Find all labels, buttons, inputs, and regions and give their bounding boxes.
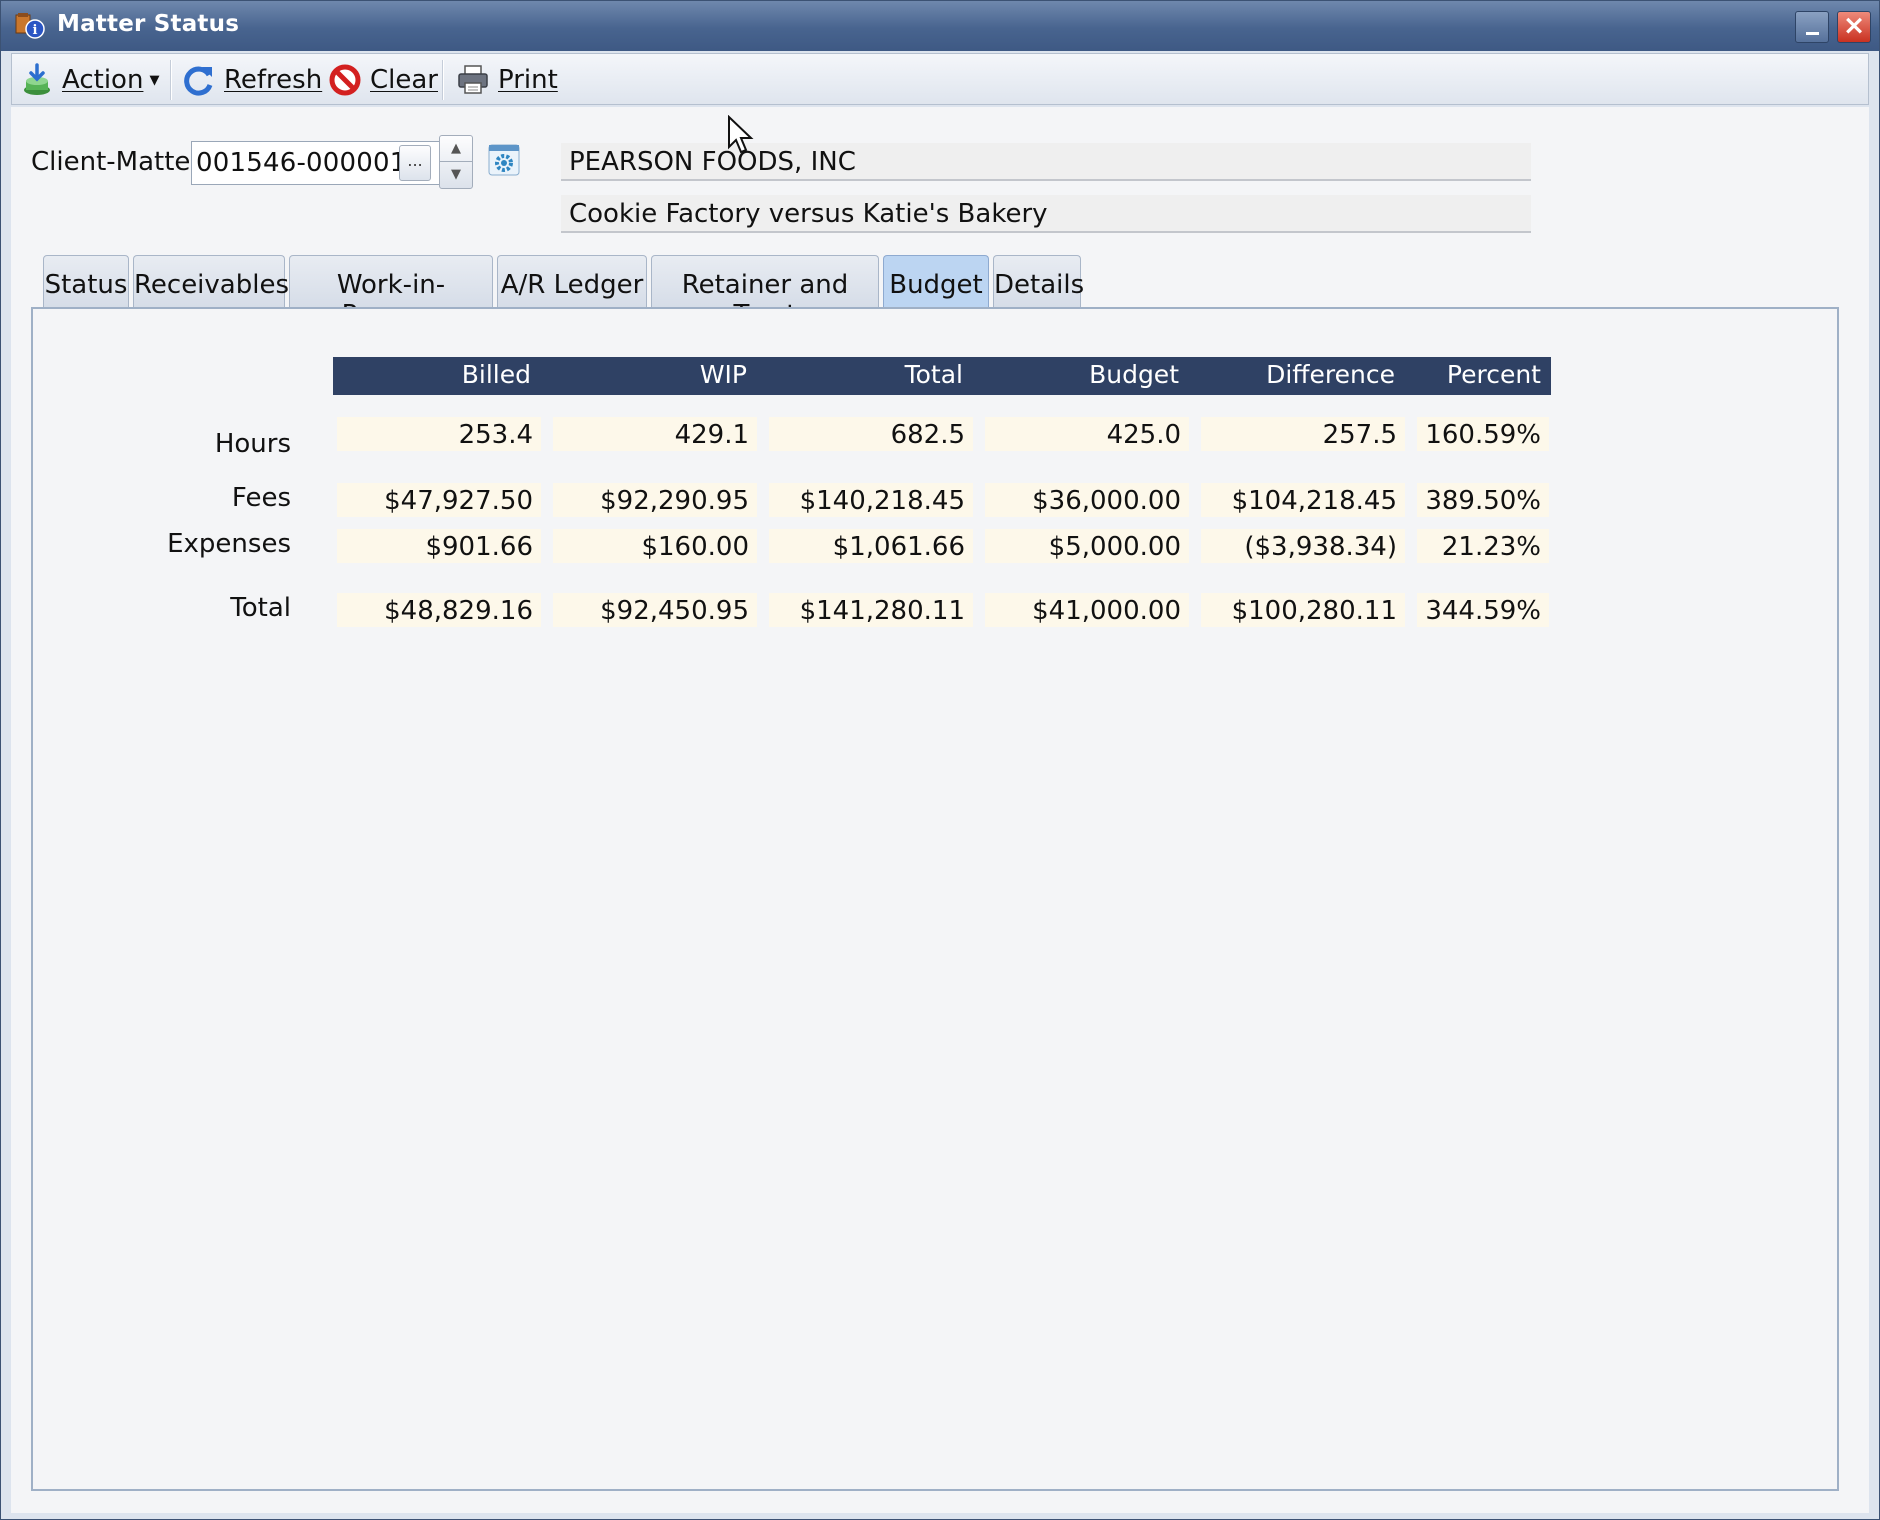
toolbar-separator [170,60,172,100]
fees-total-cell: $140,218.45 [769,483,973,517]
client-matter-spinner[interactable]: ▲ ▼ [439,135,473,189]
clear-label: Clear [370,65,438,95]
expenses-budget-cell: $5,000.00 [985,529,1189,563]
action-icon [24,63,50,95]
fees-wip-cell: $92,290.95 [553,483,757,517]
close-button[interactable]: × [1837,10,1871,43]
tab-status[interactable]: Status [43,255,129,307]
matter-settings-icon[interactable] [487,143,521,177]
client-name-field: PEARSON FOODS, INC [561,143,1531,181]
print-label: Print [498,65,558,95]
tab-work-in-process[interactable]: Work-in-Process [289,255,493,330]
toolbar: Action ▼ Refresh Clear Print [11,53,1869,105]
hours-budget-cell: 425.0 [985,417,1189,451]
column-header-total: Total [904,360,963,389]
column-header-percent: Percent [1446,360,1541,389]
row-label-fees: Fees [231,483,291,513]
refresh-icon [184,66,213,96]
expenses-total-cell: $1,061.66 [769,529,973,563]
minimize-button[interactable] [1795,11,1829,43]
hours-billed-cell: 253.4 [337,417,541,451]
column-header-billed: Billed [461,360,531,389]
print-button[interactable]: Print [456,62,558,98]
hours-wip-cell: 429.1 [553,417,757,451]
expenses-percent-cell: 21.23% [1417,529,1549,563]
toolbar-separator [442,60,444,100]
svg-text:i: i [33,23,38,38]
action-menu-button[interactable]: Action ▼ [20,62,159,98]
client-matter-browse-button[interactable]: ... [399,145,431,181]
tab-budget[interactable]: Budget [883,255,989,307]
total-percent-cell: 344.59% [1417,593,1549,627]
total-budget-cell: $41,000.00 [985,593,1189,627]
column-header-difference: Difference [1266,360,1395,389]
clear-button[interactable]: Clear [328,62,438,98]
title-bar[interactable]: i Matter Status × [1,1,1879,51]
refresh-label: Refresh [224,65,323,95]
hours-percent-cell: 160.59% [1417,417,1549,451]
tab-ar-ledger[interactable]: A/R Ledger [497,255,647,307]
total-difference-cell: $100,280.11 [1201,593,1405,627]
no-entry-icon [329,64,361,96]
matter-description-field: Cookie Factory versus Katie's Bakery [561,195,1531,233]
budget-panel: Billed WIP Total Budget Difference Perce… [31,307,1839,1491]
column-header-budget: Budget [1089,360,1179,389]
close-icon: × [1842,10,1866,41]
window-title: Matter Status [57,11,240,37]
total-wip-cell: $92,450.95 [553,593,757,627]
tab-receivables[interactable]: Receivables [133,255,289,307]
expenses-wip-cell: $160.00 [553,529,757,563]
matter-status-window: i Matter Status × Action ▼ Refresh Clear… [0,0,1880,1520]
fees-budget-cell: $36,000.00 [985,483,1189,517]
spinner-down-icon[interactable]: ▼ [440,162,472,188]
row-label-hours: Hours [214,429,291,459]
hours-total-cell: 682.5 [769,417,973,451]
content-area: Client-Matter 001546-000001 ... ▲ ▼ PEAR… [11,107,1869,1513]
total-total-cell: $141,280.11 [769,593,973,627]
dropdown-arrow-icon: ▼ [149,72,160,88]
fees-percent-cell: 389.50% [1417,483,1549,517]
tab-details[interactable]: Details [993,255,1084,307]
action-label: Action [62,65,144,95]
fees-billed-cell: $47,927.50 [337,483,541,517]
budget-grid-header: Billed WIP Total Budget Difference Perce… [333,357,1551,395]
app-icon: i [15,13,45,39]
tab-retainer-and-trust[interactable]: Retainer and Trust [651,255,879,330]
hours-difference-cell: 257.5 [1201,417,1405,451]
spinner-up-icon[interactable]: ▲ [440,136,472,162]
client-matter-label: Client-Matter [31,147,202,177]
column-header-wip: WIP [699,360,747,389]
printer-icon [458,65,488,94]
expenses-billed-cell: $901.66 [337,529,541,563]
mouse-cursor-icon [728,115,754,154]
row-label-expenses: Expenses [167,529,291,559]
row-label-total: Total [230,593,291,623]
expenses-difference-cell: ($3,938.34) [1201,529,1405,563]
total-billed-cell: $48,829.16 [337,593,541,627]
refresh-button[interactable]: Refresh [182,62,322,98]
fees-difference-cell: $104,218.45 [1201,483,1405,517]
